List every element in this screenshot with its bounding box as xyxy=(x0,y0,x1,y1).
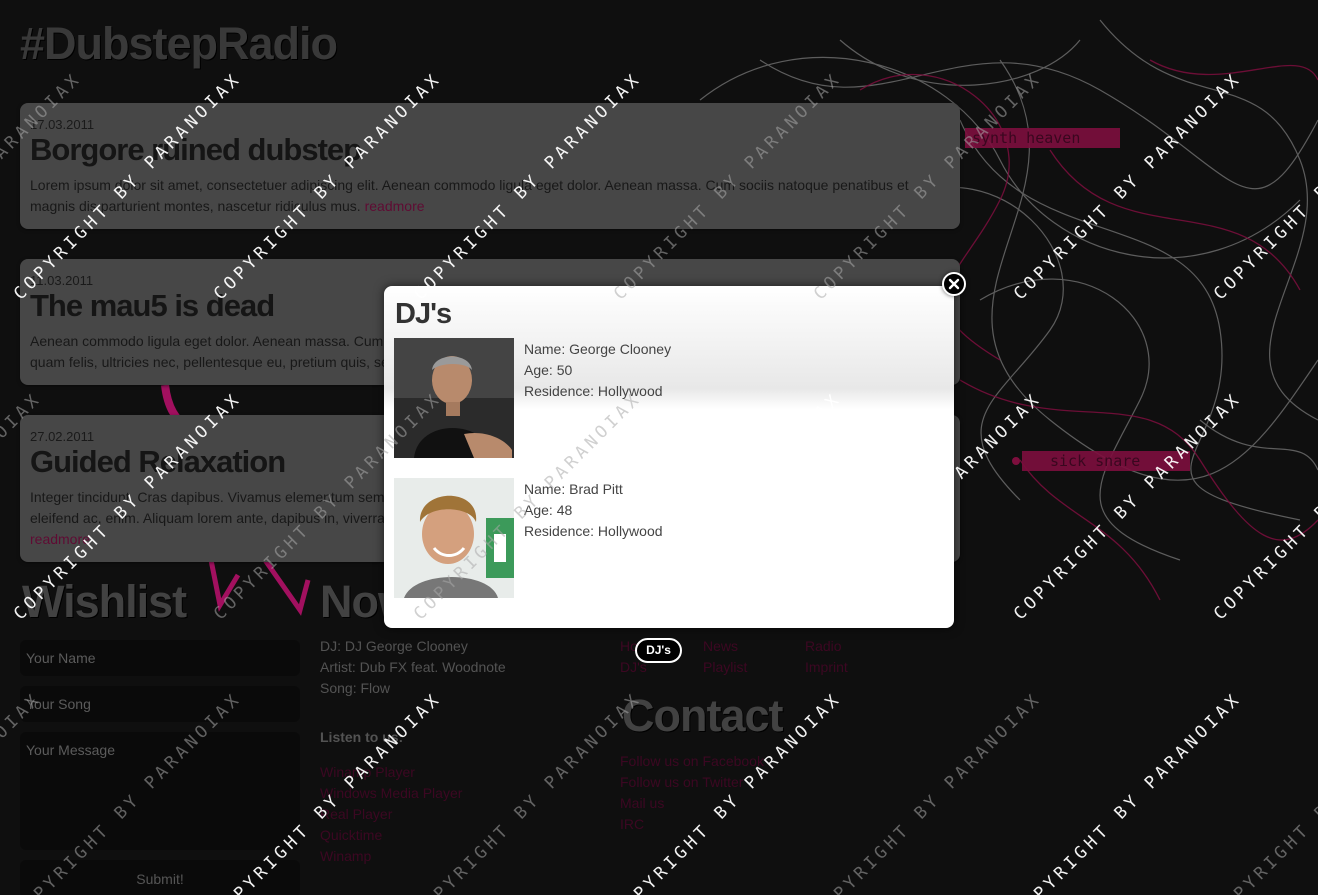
dj-name: Name: Brad Pitt xyxy=(524,481,623,497)
dj-age: Age: 48 xyxy=(524,502,573,518)
dj-photo-brad-pitt xyxy=(394,478,514,598)
active-nav-badge[interactable]: DJ's xyxy=(635,638,682,663)
djs-modal: DJ's Name: George Clooney Age: 50 Reside… xyxy=(384,272,966,628)
close-icon[interactable] xyxy=(942,272,966,296)
modal-title: DJ's xyxy=(395,298,452,330)
dj-residence: Residence: Hollywood xyxy=(524,383,663,399)
dj-info: Name: George Clooney Age: 50 Residence: … xyxy=(524,339,671,402)
dj-residence: Residence: Hollywood xyxy=(524,523,663,539)
dj-photo-george-clooney xyxy=(394,338,514,458)
dj-age: Age: 50 xyxy=(524,362,573,378)
dj-name: Name: George Clooney xyxy=(524,341,672,357)
dj-info: Name: Brad Pitt Age: 48 Residence: Holly… xyxy=(524,479,663,542)
